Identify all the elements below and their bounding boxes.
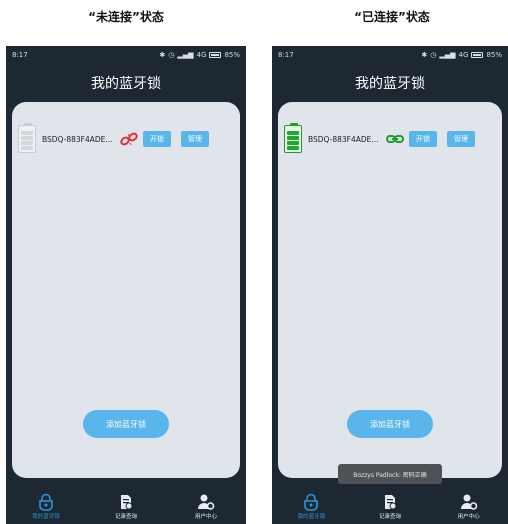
broken-link-icon [120, 132, 138, 146]
battery-percent: 85% [486, 51, 502, 59]
status-time: 8:17 [278, 51, 294, 59]
lock-icon [39, 493, 53, 511]
signal-icon: ▂▄▆ [177, 51, 194, 59]
unlock-button[interactable]: 开锁 [409, 131, 437, 147]
bottom-nav: 我的蓝牙锁 记录查询 用户中心 [272, 488, 508, 524]
add-lock-button[interactable]: 添加蓝牙锁 [347, 410, 433, 438]
lock-list-item[interactable]: BSDQ-883F4ADE... 开锁 管理 [18, 123, 234, 154]
nav-label: 用户中心 [194, 513, 217, 520]
nav-item-my-locks[interactable]: 我的蓝牙锁 [6, 488, 86, 524]
battery-status-icon [471, 52, 484, 58]
alarm-icon: ◷ [168, 51, 175, 59]
manage-button[interactable]: 管理 [447, 131, 475, 147]
page-title: 我的蓝牙锁 [91, 76, 161, 92]
bluetooth-icon: ✱ [421, 51, 428, 59]
alarm-icon: ◷ [430, 51, 437, 59]
user-settings-icon [460, 494, 477, 510]
records-icon [385, 494, 397, 509]
lock-list-item[interactable]: BSDQ-883F4ADE... 开锁 管理 [284, 123, 496, 154]
lock-list-panel: BSDQ-883F4ADE... 开锁 管理 添加蓝牙锁 [278, 102, 502, 478]
nav-item-records[interactable]: 记录查询 [86, 488, 166, 524]
status-time: 8:17 [12, 51, 28, 59]
battery-status-icon [209, 52, 222, 58]
signal-icon: ▂▄▆ [439, 51, 456, 59]
bluetooth-icon: ✱ [159, 51, 166, 59]
phone-screen-disconnected: 8:17 ✱ ◷ ▂▄▆ 4G 85% 我的蓝牙锁 BSDQ-883F4ADE.… [6, 46, 246, 524]
nav-label: 我的蓝牙锁 [297, 513, 326, 520]
page-title: 我的蓝牙锁 [355, 76, 425, 92]
caption-disconnected: “未连接”状态 [88, 10, 164, 24]
nav-item-records[interactable]: 记录查询 [351, 488, 430, 524]
lock-name: BSDQ-883F4ADE... [42, 134, 113, 144]
phone-screen-connected: 8:17 ✱ ◷ ▂▄▆ 4G 85% 我的蓝牙锁 BSDQ-883F4ADE.… [272, 46, 508, 524]
nav-label: 记录查询 [114, 513, 137, 520]
link-icon [386, 132, 404, 146]
status-bar: 8:17 ✱ ◷ ▂▄▆ 4G 85% [6, 46, 246, 64]
nav-item-my-locks[interactable]: 我的蓝牙锁 [272, 488, 351, 524]
lock-list-panel: BSDQ-883F4ADE... 开锁 管理 添加蓝牙锁 [12, 102, 240, 478]
network-type: 4G [458, 51, 469, 59]
user-settings-icon [198, 494, 215, 510]
battery-full-icon [284, 123, 302, 153]
battery-empty-icon [18, 123, 36, 153]
manage-button[interactable]: 管理 [181, 131, 209, 147]
nav-item-user-center[interactable]: 用户中心 [166, 488, 246, 524]
nav-label: 我的蓝牙锁 [32, 513, 60, 520]
lock-icon [304, 493, 319, 511]
unlock-button[interactable]: 开锁 [143, 131, 171, 147]
status-bar: 8:17 ✱ ◷ ▂▄▆ 4G 85% [272, 46, 508, 64]
battery-percent: 85% [224, 51, 240, 59]
network-type: 4G [196, 51, 207, 59]
nav-label: 记录查询 [379, 513, 402, 520]
nav-item-user-center[interactable]: 用户中心 [429, 488, 508, 524]
lock-name: BSDQ-883F4ADE... [308, 134, 379, 144]
bottom-nav: 我的蓝牙锁 记录查询 用户中心 [6, 488, 246, 524]
toast-message: Bozzys Padlock: 密码正确 [338, 464, 442, 484]
nav-label: 用户中心 [457, 513, 480, 520]
records-icon [121, 494, 133, 509]
caption-connected: “已连接”状态 [354, 10, 430, 24]
add-lock-button[interactable]: 添加蓝牙锁 [83, 410, 169, 438]
